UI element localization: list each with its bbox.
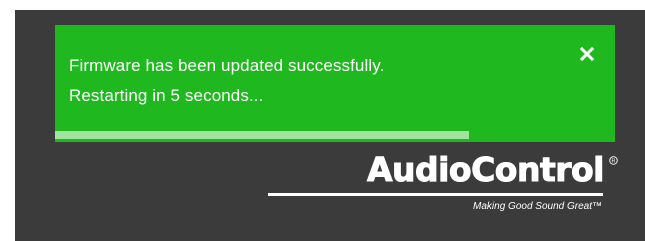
brand-name: AudioControl — [366, 150, 605, 190]
audiocontrol-logo: AudioControl R Making Good Sound Great™ — [268, 150, 618, 230]
close-button[interactable] — [576, 43, 598, 65]
brand-tagline: Making Good Sound Great™ — [473, 201, 602, 212]
restart-progress-bar — [55, 131, 615, 139]
firmware-update-notification: Firmware has been updated successfully. … — [55, 25, 615, 142]
notification-line-2: Restarting in 5 seconds... — [69, 86, 264, 105]
registered-icon: R — [609, 156, 618, 165]
notification-line-1: Firmware has been updated successfully. — [69, 56, 385, 75]
logo-underline — [268, 193, 603, 196]
svg-text:R: R — [612, 159, 616, 165]
notification-message: Firmware has been updated successfully. … — [69, 51, 384, 111]
close-icon — [579, 46, 595, 62]
progress-fill — [55, 131, 470, 139]
